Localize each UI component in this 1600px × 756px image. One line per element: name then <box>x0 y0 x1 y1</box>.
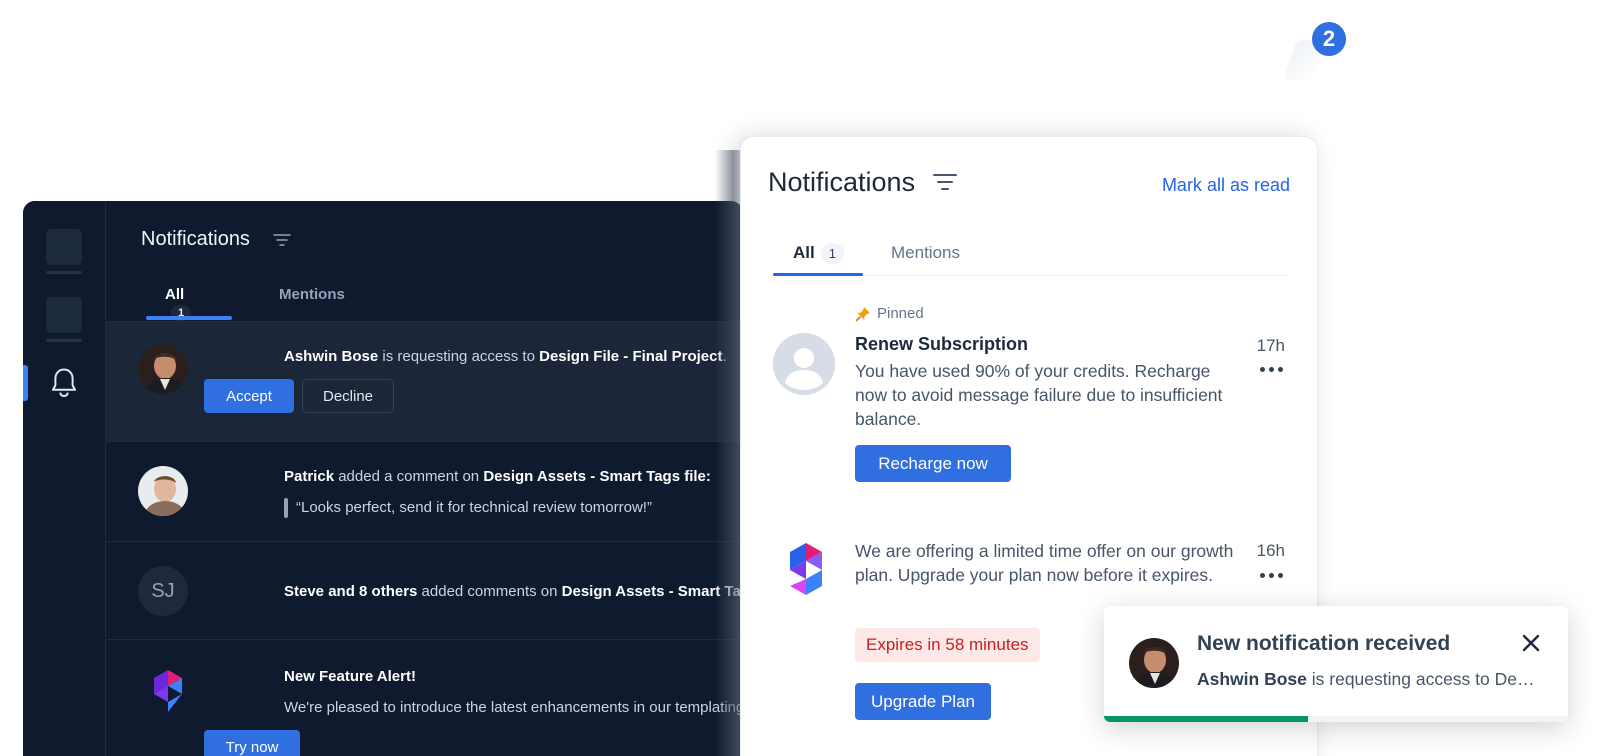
brand-logo-icon <box>154 670 182 712</box>
pin-icon <box>855 306 870 321</box>
pinned-text: Pinned <box>877 305 924 322</box>
toast-progress-bar <box>1104 716 1309 722</box>
notification-text: Patrick added a comment on Design Assets… <box>284 468 711 485</box>
action-text: is requesting access to <box>378 348 540 365</box>
avatar <box>773 333 835 395</box>
sidebar-divider <box>46 339 82 342</box>
bell-icon[interactable] <box>49 367 79 399</box>
sidebar-item-placeholder[interactable] <box>46 297 82 333</box>
notification-item[interactable]: Ashwin Bose is requesting access to Desi… <box>106 321 743 441</box>
avatar <box>138 344 188 394</box>
feature-alert-heading: New Feature Alert! <box>284 668 416 685</box>
tab-label: All <box>165 286 185 303</box>
notification-text: Ashwin Bose is requesting access to Desi… <box>284 348 727 365</box>
more-options-icon[interactable] <box>1260 573 1283 578</box>
light-panel-title: Notifications <box>768 167 916 197</box>
tab-mentions[interactable]: Mentions <box>279 286 345 303</box>
decline-button[interactable]: Decline <box>302 379 394 413</box>
expiry-badge: Expires in 58 minutes <box>855 628 1040 662</box>
filter-icon[interactable] <box>933 173 957 191</box>
tab-all[interactable]: All 1 <box>793 243 844 264</box>
try-now-button[interactable]: Try now <box>204 730 300 756</box>
quote-bar <box>284 498 288 518</box>
actor-name: Steve and 8 others <box>284 583 418 600</box>
tab-count-badge: 1 <box>820 243 844 264</box>
pinned-label: Pinned <box>855 305 924 322</box>
notification-heading: Renew Subscription <box>855 334 1029 354</box>
notification-count-badge[interactable]: 2 <box>1312 22 1346 56</box>
notification-text: Steve and 8 others added comments on Des… <box>284 583 743 600</box>
actor-name: Ashwin Bose <box>284 348 379 365</box>
tab-mentions[interactable]: Mentions <box>891 243 960 263</box>
close-icon[interactable] <box>1520 632 1542 654</box>
brand-logo-icon <box>790 543 822 595</box>
timestamp: 16h <box>1256 541 1285 560</box>
upgrade-plan-button[interactable]: Upgrade Plan <box>855 683 991 720</box>
object-name[interactable]: Design File - Final Project <box>539 348 722 365</box>
notification-item[interactable]: New Feature Alert! We're pleased to intr… <box>106 639 743 756</box>
active-tab-indicator <box>146 316 232 320</box>
sidebar-rail <box>23 201 106 756</box>
notification-body: You have used 90% of your credits. Recha… <box>855 361 1223 429</box>
toast-title: New notification received <box>1197 632 1451 655</box>
actor-name: Patrick <box>284 468 335 485</box>
accept-button[interactable]: Accept <box>204 379 294 413</box>
avatar <box>138 466 188 516</box>
sidebar-item-placeholder[interactable] <box>46 229 82 265</box>
dark-notification-panel: Notifications All1 Mentions Ashwin Bose … <box>23 201 743 756</box>
action-text: is requesting access to Design File - Fi… <box>1311 669 1542 689</box>
notification-item[interactable]: SJ Steve and 8 others added comments on … <box>106 541 743 639</box>
notification-body: We are offering a limited time offer on … <box>855 541 1234 585</box>
toast-notification[interactable]: New notification received Ashwin Bose is… <box>1104 606 1568 722</box>
sidebar-active-indicator <box>23 365 28 401</box>
timestamp: 17h <box>1256 336 1285 355</box>
tab-label: All <box>793 243 815 262</box>
object-name[interactable]: Design Assets - Smart Tags file: <box>483 468 711 485</box>
actor-name: Ashwin Bose <box>1197 669 1307 689</box>
notification-item[interactable]: Patrick added a comment on Design Assets… <box>106 441 743 541</box>
mark-all-read-link[interactable]: Mark all as read <box>1162 175 1290 196</box>
dark-panel-title: Notifications <box>141 228 250 250</box>
feature-alert-body: We're pleased to introduce the latest en… <box>284 699 743 716</box>
avatar <box>1129 638 1179 688</box>
sidebar-divider <box>46 271 82 274</box>
recharge-now-button[interactable]: Recharge now <box>855 445 1011 482</box>
active-tab-indicator <box>773 273 863 276</box>
action-text: added a comment on <box>334 468 484 485</box>
comment-quote: “Looks perfect, send it for technical re… <box>296 499 652 516</box>
filter-icon[interactable] <box>273 233 291 247</box>
toast-message: Ashwin Bose is requesting access to Desi… <box>1197 669 1542 690</box>
avatar-initials: SJ <box>138 566 188 616</box>
more-options-icon[interactable] <box>1260 367 1283 372</box>
action-text: added comments on <box>417 583 562 600</box>
